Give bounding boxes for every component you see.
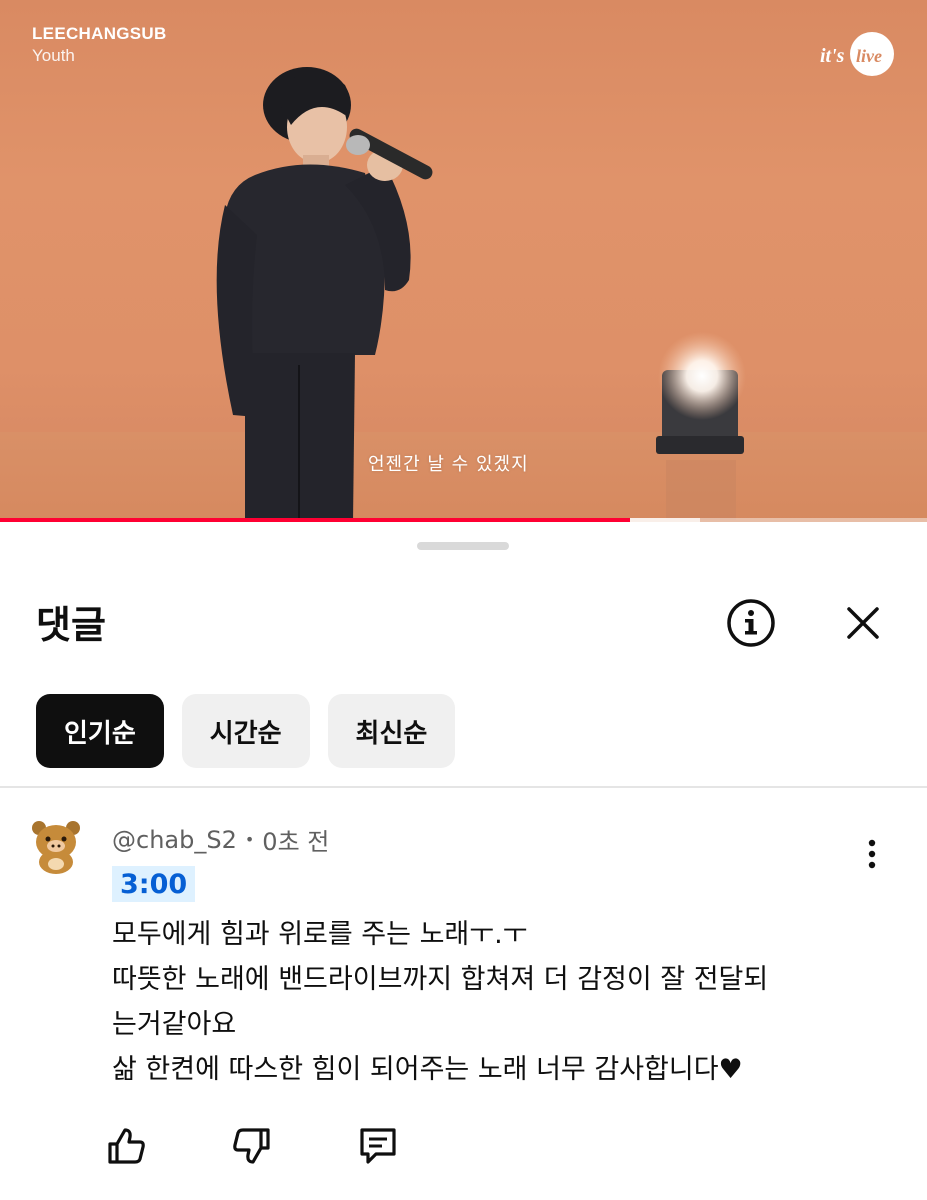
svg-text:live: live xyxy=(856,46,882,66)
sort-chip-popular[interactable]: 인기순 xyxy=(36,694,164,768)
its-live-logo: it's live xyxy=(820,32,894,76)
info-button[interactable] xyxy=(724,596,778,650)
comment-line: 모두에게 힘과 위로를 주는 노래ㅜ.ㅜ xyxy=(112,919,528,950)
comment-line: 삶 한켠에 따스한 힘이 되어주는 노래 너무 감사합니다♥ xyxy=(112,1054,743,1085)
comment-text: 모두에게 힘과 위로를 주는 노래ㅜ.ㅜ 따뜻한 노래에 밴드라이브까지 합쳐져… xyxy=(112,912,872,1092)
drag-handle[interactable] xyxy=(417,542,509,550)
comment-icon xyxy=(360,1128,396,1164)
comment-more-button[interactable] xyxy=(852,826,892,882)
comment-author[interactable]: @chab_S2 xyxy=(112,826,237,854)
divider xyxy=(0,786,927,788)
comment-time: 0초 전 xyxy=(262,828,330,856)
reply-button[interactable] xyxy=(356,1122,482,1170)
meta-separator: • xyxy=(244,830,255,849)
sort-chip-newest[interactable]: 최신순 xyxy=(327,694,456,768)
like-button[interactable] xyxy=(104,1122,230,1170)
close-button[interactable] xyxy=(836,596,890,650)
info-icon xyxy=(727,599,775,647)
svg-text:it's: it's xyxy=(820,45,845,67)
comments-sheet: 댓글 인기순 시간순 최신순 @chab_S2 • 0초 전 3:00 모두에게… xyxy=(0,522,927,1200)
sort-chip-time[interactable]: 시간순 xyxy=(181,694,310,768)
comment-line: 따뜻한 노래에 밴드라이브까지 합쳐져 더 감정이 잘 전달되 xyxy=(112,964,769,995)
close-icon xyxy=(847,607,879,639)
sheet-title: 댓글 xyxy=(36,603,106,647)
video-player[interactable]: LEECHANGSUB Youth it's live 언젠간 날 수 있겠지 xyxy=(0,0,927,522)
timestamp-link[interactable]: 3:00 xyxy=(112,866,196,902)
dislike-button[interactable] xyxy=(230,1122,356,1170)
video-channel-title: LEECHANGSUB xyxy=(32,24,167,43)
comment-actions xyxy=(104,1122,482,1170)
stage-floor xyxy=(0,432,927,522)
video-caption: 언젠간 날 수 있겠지 xyxy=(368,454,529,475)
sort-chips: 인기순 시간순 최신순 xyxy=(36,694,456,768)
video-song-title: Youth xyxy=(32,46,75,65)
comment-line: 는거같아요 xyxy=(112,1009,237,1040)
avatar[interactable] xyxy=(30,818,82,874)
stage-light-image xyxy=(656,332,746,520)
comment-meta: @chab_S2 • 0초 전 xyxy=(112,822,329,857)
thumb-up-icon xyxy=(108,1128,145,1164)
more-vert-icon xyxy=(868,839,876,869)
thumb-down-icon xyxy=(233,1128,270,1164)
